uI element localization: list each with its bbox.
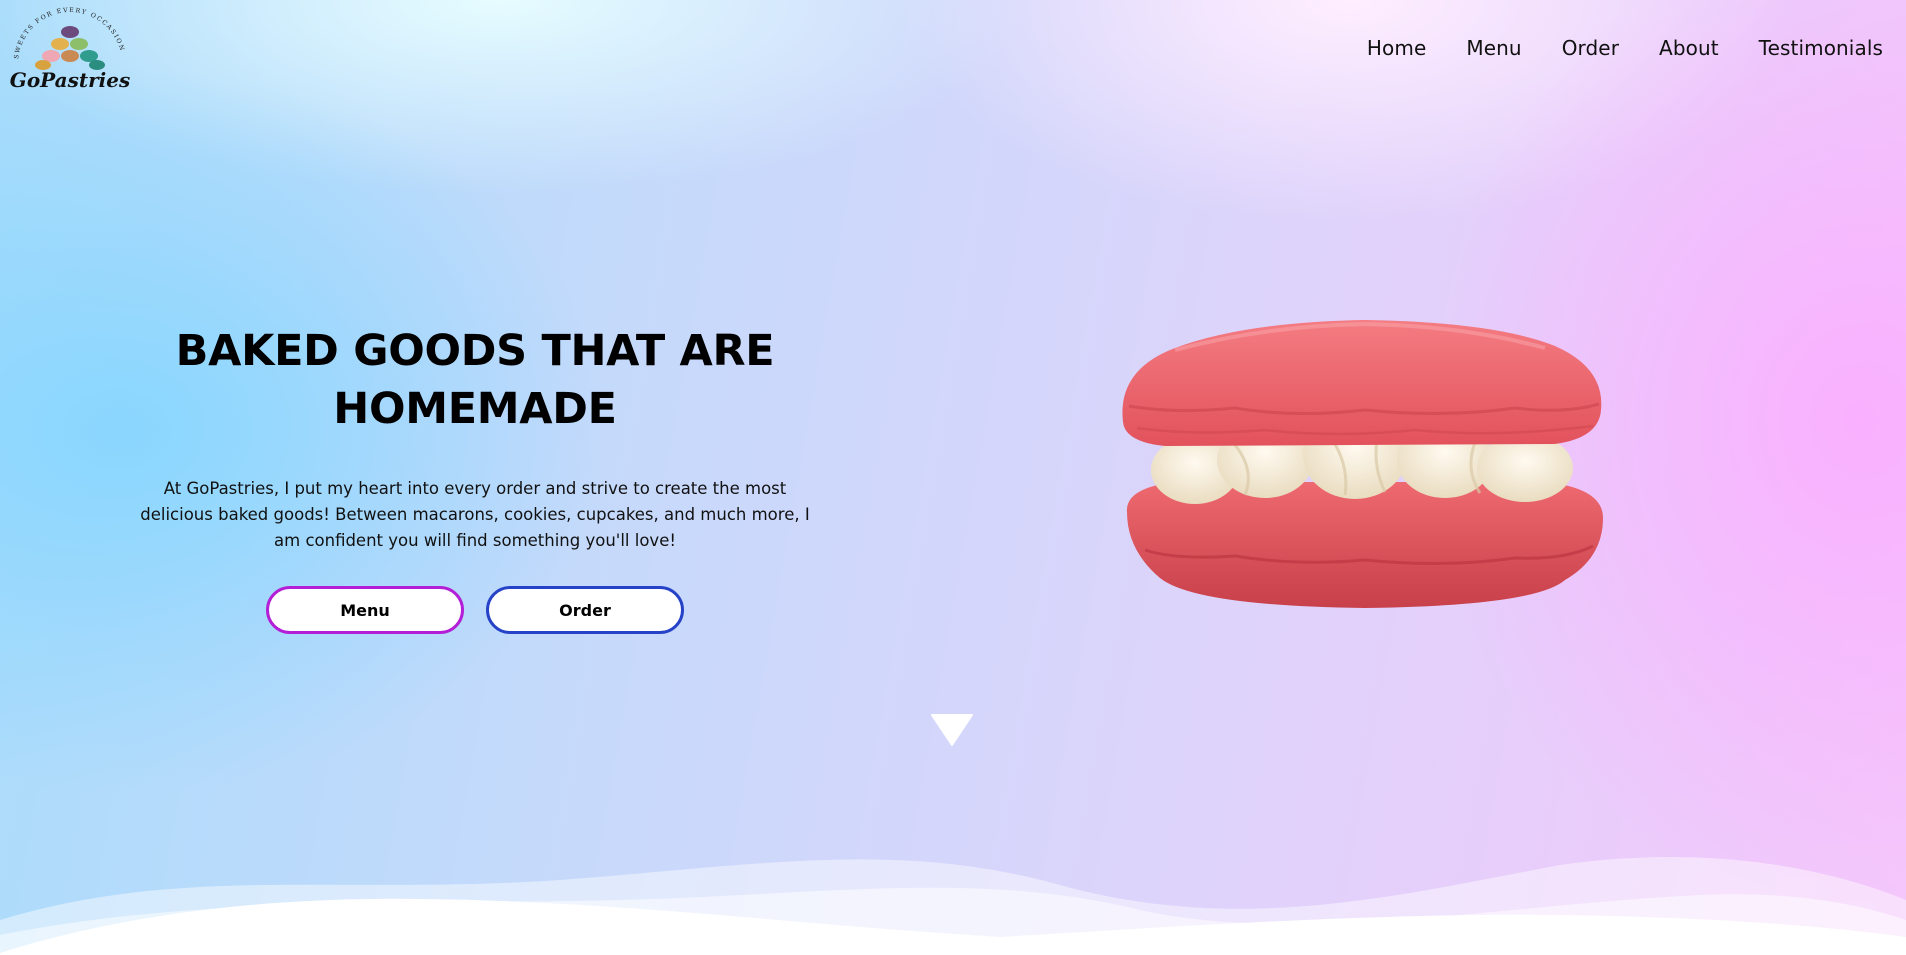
main-nav: Home Menu Order About Testimonials bbox=[1367, 36, 1883, 60]
nav-order[interactable]: Order bbox=[1562, 36, 1619, 60]
logo-brand-name: GoPastries bbox=[10, 68, 131, 92]
hero-title: BAKED GOODS THAT ARE HOMEMADE bbox=[120, 322, 830, 438]
menu-button[interactable]: Menu bbox=[266, 586, 464, 634]
bottom-wave-decoration bbox=[0, 825, 1906, 955]
hero-description: At GoPastries, I put my heart into every… bbox=[140, 479, 810, 550]
hero-section: BAKED GOODS THAT ARE HOMEMADE At GoPastr… bbox=[120, 322, 830, 634]
macaron-image-icon bbox=[1122, 320, 1603, 608]
scroll-down-arrow[interactable] bbox=[930, 713, 974, 747]
order-button[interactable]: Order bbox=[486, 586, 684, 634]
nav-home[interactable]: Home bbox=[1367, 36, 1426, 60]
hero-buttons: Menu Order bbox=[120, 586, 830, 634]
nav-testimonials[interactable]: Testimonials bbox=[1759, 36, 1883, 60]
hero-title-line-2: HOMEMADE bbox=[333, 384, 617, 434]
chevron-down-triangle-icon bbox=[931, 714, 973, 746]
hero-title-line-1: BAKED GOODS THAT ARE bbox=[175, 326, 775, 376]
nav-about[interactable]: About bbox=[1659, 36, 1719, 60]
brand-logo[interactable]: SWEETS FOR EVERY OCCASION GoPastries bbox=[8, 6, 132, 92]
macaron-stack-logo-icon: SWEETS FOR EVERY OCCASION GoPastries bbox=[10, 7, 131, 92]
nav-menu[interactable]: Menu bbox=[1466, 36, 1521, 60]
hero-macaron-image bbox=[1115, 310, 1605, 630]
